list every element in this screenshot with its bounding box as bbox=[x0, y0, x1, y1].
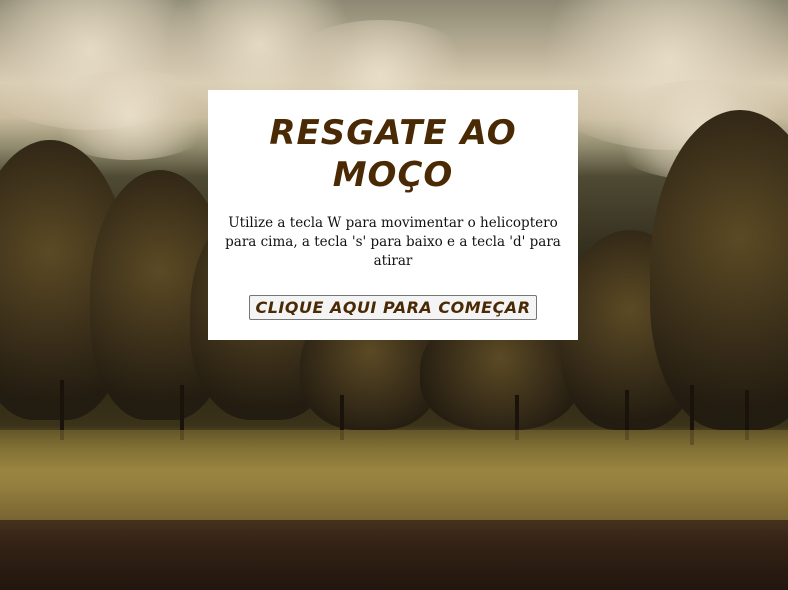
start-panel: RESGATE AO MOÇO Utilize a tecla W para m… bbox=[208, 90, 578, 340]
game-title: RESGATE AO MOÇO bbox=[269, 113, 517, 195]
game-instructions: Utilize a tecla W para movimentar o heli… bbox=[225, 215, 561, 269]
foreground-dirt bbox=[0, 520, 788, 590]
grass-field bbox=[0, 430, 788, 530]
start-button[interactable]: CLIQUE AQUI PARA COMEÇAR bbox=[249, 295, 537, 320]
